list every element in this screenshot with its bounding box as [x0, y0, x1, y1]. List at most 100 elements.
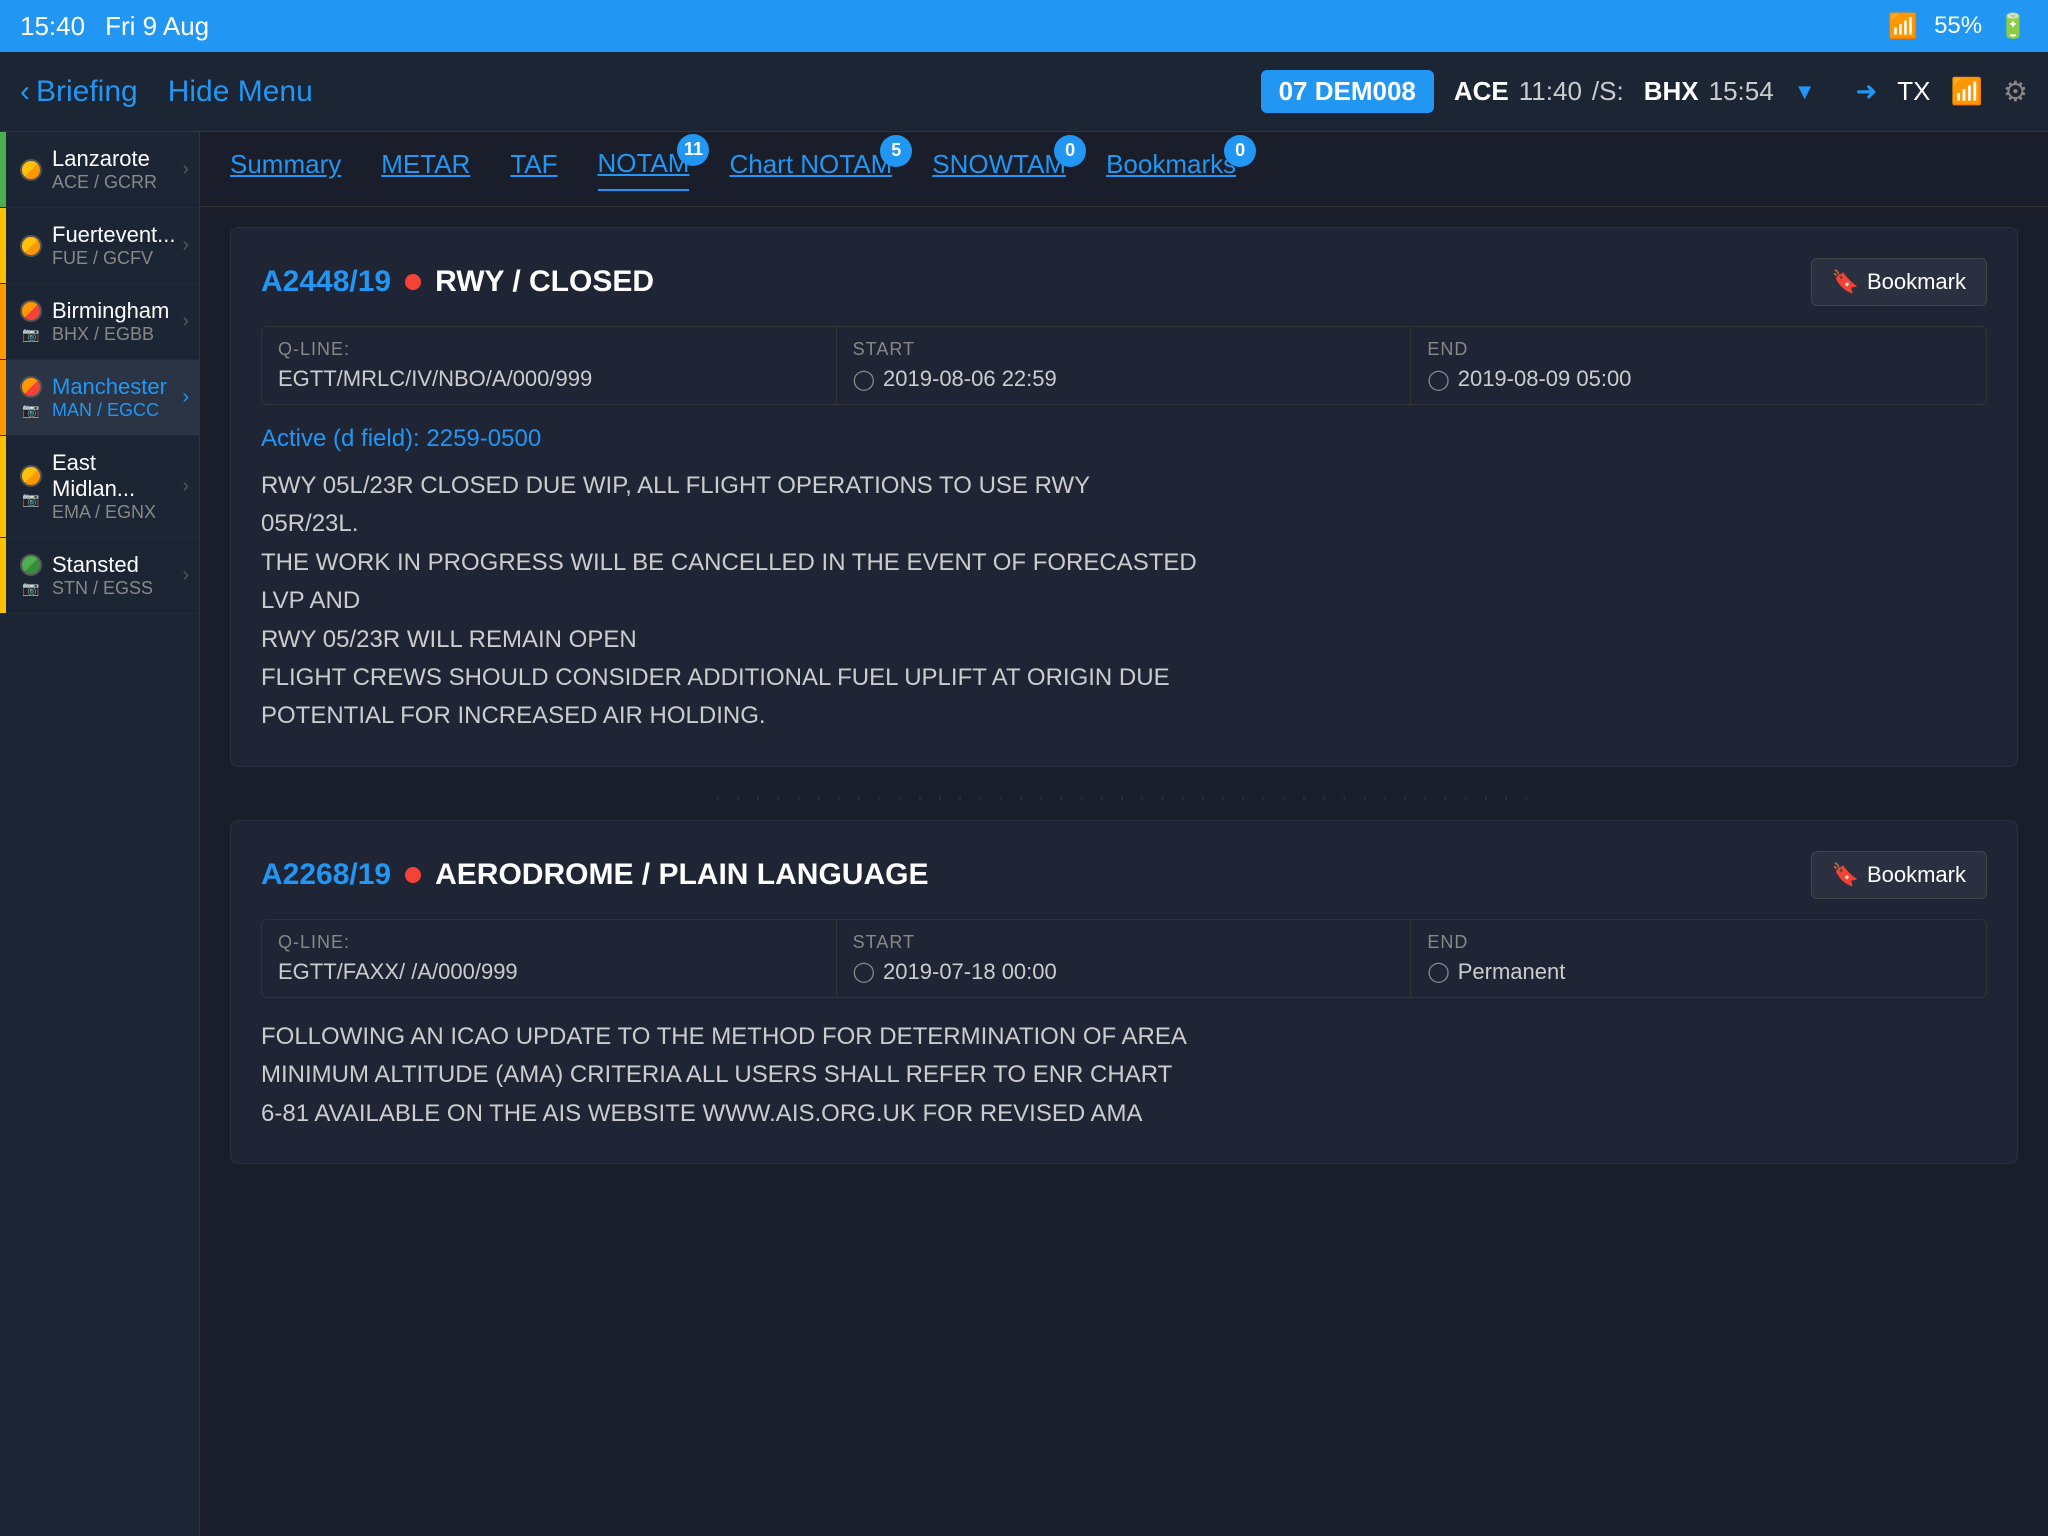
sidebar-text-stn: Stansted STN / EGSS — [52, 552, 182, 599]
tab-bookmarks[interactable]: Bookmarks 0 — [1106, 149, 1236, 190]
notam-list: A2448/19 RWY / CLOSED 🔖 Bookmark Q-LINE:… — [200, 207, 2048, 1536]
sidebar: Lanzarote ACE / GCRR › Fuertevent... FUE… — [0, 132, 200, 1536]
dep-time: 11:40 — [1519, 76, 1582, 107]
battery-status: 55% — [1934, 12, 1982, 40]
chevron-right-icon-bhx: › — [182, 310, 189, 333]
flight-info: 07 DEM008 ACE 11:40 /S: BHX 15:54 ▼ ➜ TX… — [1261, 70, 2028, 113]
gear-icon[interactable]: ⚙ — [2003, 75, 2028, 108]
start-clock-icon-1: ◯ — [853, 367, 875, 392]
end-clock-icon-2: ◯ — [1427, 959, 1449, 984]
sidebar-item-east-midlands[interactable]: 📷 East Midlan... EMA / EGNX › — [0, 436, 199, 538]
notam-type-2: AERODROME / PLAIN LANGUAGE — [435, 858, 928, 892]
bookmark-icon-1: 🔖 — [1832, 269, 1859, 295]
battery-icon: 🔋 — [1998, 12, 2028, 41]
sidebar-status-icons-ema: 📷 — [20, 465, 42, 508]
status-day: Fri 9 Aug — [105, 11, 209, 42]
chart-notam-badge: 5 — [880, 135, 912, 167]
notam-body-2: FOLLOWING AN ICAO UPDATE TO THE METHOD F… — [261, 1018, 1987, 1133]
content-area: Summary METAR TAF NOTAM 11 Chart NOTAM 5… — [200, 132, 2048, 1536]
tab-chart-notam[interactable]: Chart NOTAM 5 — [729, 149, 892, 190]
camera-icon-stn: 📷 — [22, 580, 39, 597]
tab-summary[interactable]: Summary — [230, 149, 341, 190]
hide-menu-button[interactable]: Hide Menu — [168, 75, 313, 109]
sidebar-text-man: Manchester MAN / EGCC — [52, 374, 182, 421]
dep-airport: ACE — [1454, 76, 1509, 107]
chevron-right-icon-man: › — [182, 386, 189, 409]
sidebar-text-fue: Fuertevent... FUE / GCFV — [52, 222, 182, 269]
tab-notam[interactable]: NOTAM 11 — [598, 148, 690, 191]
main-layout: Lanzarote ACE / GCRR › Fuertevent... FUE… — [0, 132, 2048, 1536]
notam-card-1: A2448/19 RWY / CLOSED 🔖 Bookmark Q-LINE:… — [230, 227, 2018, 767]
status-dot-stn — [20, 554, 42, 576]
chevron-right-icon-stn: › — [182, 564, 189, 587]
status-time: 15:40 — [20, 11, 85, 42]
notam-type-1: RWY / CLOSED — [435, 265, 654, 299]
start-clock-icon-2: ◯ — [853, 959, 875, 984]
status-bar: 15:40 Fri 9 Aug 📶 55% 🔋 — [0, 0, 2048, 52]
camera-icon-man: 📷 — [22, 402, 39, 419]
camera-icon-bhx: 📷 — [22, 326, 39, 343]
sidebar-status-icons-stn: 📷 — [20, 554, 42, 597]
camera-icon-ema: 📷 — [22, 491, 39, 508]
sidebar-item-stansted[interactable]: 📷 Stansted STN / EGSS › — [0, 538, 199, 614]
sidebar-status-icons-fue — [20, 235, 42, 257]
status-dot-ema — [20, 465, 42, 487]
notam-header-1: A2448/19 RWY / CLOSED 🔖 Bookmark — [261, 258, 1987, 306]
back-button[interactable]: ‹ Briefing — [20, 75, 138, 109]
notam-body-1: RWY 05L/23R CLOSED DUE WIP, ALL FLIGHT O… — [261, 467, 1987, 736]
chevron-right-icon-fue: › — [182, 234, 189, 257]
notam-status-dot-2 — [405, 867, 421, 883]
status-dot-man — [20, 376, 42, 398]
sidebar-status-icons-man: 📷 — [20, 376, 42, 419]
sidebar-status-icons-bhx: 📷 — [20, 300, 42, 343]
wifi-icon: 📶 — [1951, 76, 1983, 107]
sidebar-item-fuerteventura[interactable]: Fuertevent... FUE / GCFV › — [0, 208, 199, 284]
notam-badge: 11 — [677, 134, 709, 166]
wifi-status-icon: 📶 — [1888, 12, 1918, 41]
divider-1: · · · · · · · · · · · · · · · · · · · · … — [230, 787, 2018, 810]
sep-label: /S: — [1592, 76, 1624, 107]
tx-label[interactable]: TX — [1897, 76, 1930, 107]
notam-qline-col-2: Q-LINE: EGTT/FAXX/ /A/000/999 — [262, 920, 837, 997]
status-dot-bhx — [20, 300, 42, 322]
bookmark-button-1[interactable]: 🔖 Bookmark — [1811, 258, 1987, 306]
notam-card-2: A2268/19 AERODROME / PLAIN LANGUAGE 🔖 Bo… — [230, 820, 2018, 1164]
sidebar-item-birmingham[interactable]: 📷 Birmingham BHX / EGBB › — [0, 284, 199, 360]
tabs-bar: Summary METAR TAF NOTAM 11 Chart NOTAM 5… — [200, 132, 2048, 207]
notam-status-dot-1 — [405, 274, 421, 290]
notam-id-2: A2268/19 — [261, 858, 391, 892]
sidebar-item-manchester[interactable]: 📷 Manchester MAN / EGCC › — [0, 360, 199, 436]
tab-taf[interactable]: TAF — [510, 149, 557, 190]
chevron-right-icon: › — [182, 158, 189, 181]
tab-snowtam[interactable]: SNOWTAM 0 — [932, 149, 1066, 190]
notam-end-col-2: END ◯ Permanent — [1411, 920, 1986, 997]
chevron-right-icon-ema: › — [182, 475, 189, 498]
bookmark-icon-2: 🔖 — [1832, 862, 1859, 888]
notam-title-2: A2268/19 AERODROME / PLAIN LANGUAGE — [261, 858, 928, 892]
notam-active-1: Active (d field): 2259-0500 — [261, 425, 1987, 453]
arr-airport: BHX — [1644, 76, 1699, 107]
header: ‹ Briefing Hide Menu 07 DEM008 ACE 11:40… — [0, 52, 2048, 132]
bookmark-button-2[interactable]: 🔖 Bookmark — [1811, 851, 1987, 899]
share-icon[interactable]: ➜ — [1855, 76, 1877, 107]
status-dot-fue — [20, 235, 42, 257]
bookmarks-badge: 0 — [1224, 135, 1256, 167]
status-dot-lanzarote — [20, 159, 42, 181]
arr-time: 15:54 — [1709, 76, 1774, 107]
notam-end-col-1: END ◯ 2019-08-09 05:00 — [1411, 327, 1986, 404]
dropdown-chevron-icon[interactable]: ▼ — [1794, 79, 1816, 105]
sidebar-item-lanzarote[interactable]: Lanzarote ACE / GCRR › — [0, 132, 199, 208]
back-label: Briefing — [36, 75, 138, 109]
notam-start-col-1: START ◯ 2019-08-06 22:59 — [837, 327, 1412, 404]
sidebar-text-bhx: Birmingham BHX / EGBB — [52, 298, 182, 345]
notam-meta-1: Q-LINE: EGTT/MRLC/IV/NBO/A/000/999 START… — [261, 326, 1987, 405]
notam-header-2: A2268/19 AERODROME / PLAIN LANGUAGE 🔖 Bo… — [261, 851, 1987, 899]
tab-metar[interactable]: METAR — [381, 149, 470, 190]
notam-qline-col-1: Q-LINE: EGTT/MRLC/IV/NBO/A/000/999 — [262, 327, 837, 404]
flight-segment-1: ACE 11:40 /S: — [1454, 76, 1624, 107]
notam-id-1: A2448/19 — [261, 265, 391, 299]
header-icons: ➜ TX 📶 ⚙ — [1855, 75, 2028, 108]
snowtam-badge: 0 — [1054, 135, 1086, 167]
notam-start-col-2: START ◯ 2019-07-18 00:00 — [837, 920, 1412, 997]
flight-badge[interactable]: 07 DEM008 — [1261, 70, 1434, 113]
